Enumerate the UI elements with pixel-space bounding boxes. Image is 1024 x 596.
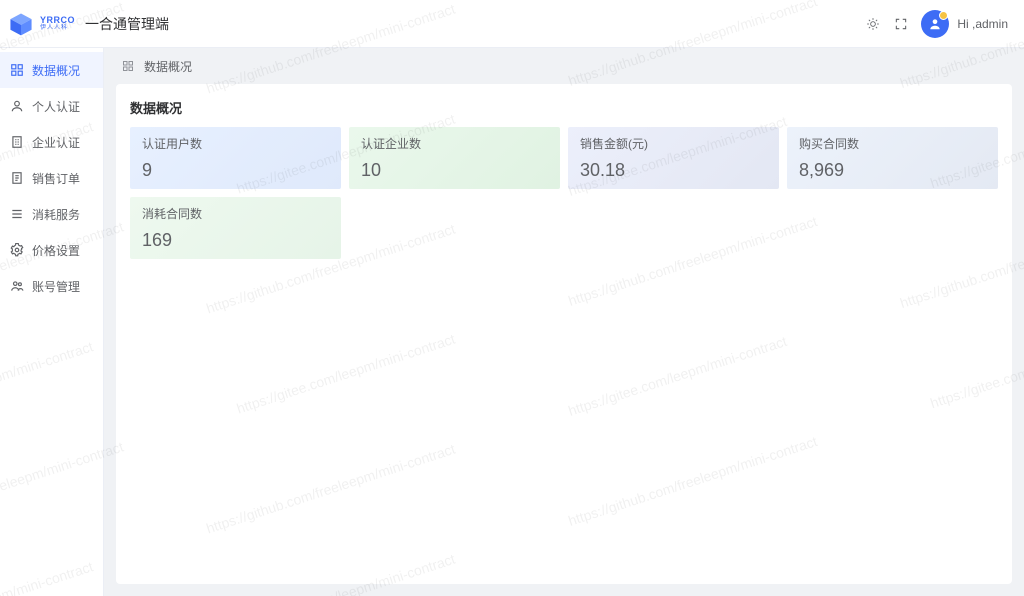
sidebar-item-consume-service[interactable]: 消耗服务	[0, 196, 103, 232]
cube-icon	[8, 11, 34, 37]
stat-label: 认证用户数	[142, 135, 329, 152]
stat-label: 认证企业数	[361, 135, 548, 152]
stat-card-enterprises: 认证企业数 10	[349, 127, 560, 189]
stat-card-bought-contracts: 购买合同数 8,969	[787, 127, 998, 189]
grid-icon	[122, 60, 134, 72]
brand-name: YRRCO	[40, 16, 75, 25]
stat-label: 消耗合同数	[142, 205, 329, 222]
stat-value: 9	[142, 160, 329, 181]
theme-toggle-button[interactable]	[859, 10, 887, 38]
breadcrumb-label: 数据概况	[144, 58, 192, 75]
sidebar-item-label: 账号管理	[32, 278, 80, 295]
fullscreen-icon	[894, 17, 908, 31]
app-title: 一合通管理端	[85, 14, 169, 34]
sidebar-item-label: 销售订单	[32, 170, 80, 187]
stat-label: 购买合同数	[799, 135, 986, 152]
settings-icon	[10, 243, 24, 257]
stat-label: 销售金额(元)	[580, 135, 767, 152]
list-icon	[10, 207, 24, 221]
users-icon	[10, 279, 24, 293]
stat-card-sales-amount: 销售金额(元) 30.18	[568, 127, 779, 189]
user-icon	[928, 17, 942, 31]
main-area: 数据概况 数据概况 认证用户数 9 认证企业数 10 销售金额(元) 30.18…	[104, 48, 1024, 596]
order-icon	[10, 171, 24, 185]
stat-value: 169	[142, 230, 329, 251]
sidebar-item-label: 个人认证	[32, 98, 80, 115]
dashboard-icon	[10, 63, 24, 77]
sidebar-item-label: 数据概况	[32, 62, 80, 79]
breadcrumb: 数据概况	[104, 48, 1024, 84]
building-icon	[10, 135, 24, 149]
greeting-text: Hi ,admin	[957, 17, 1008, 31]
sidebar-item-label: 价格设置	[32, 242, 80, 259]
user-avatar[interactable]	[921, 10, 949, 38]
stats-cards: 认证用户数 9 认证企业数 10 销售金额(元) 30.18 购买合同数 8,9…	[130, 127, 998, 259]
sun-icon	[866, 17, 880, 31]
fullscreen-button[interactable]	[887, 10, 915, 38]
panel-title: 数据概况	[130, 98, 998, 117]
sidebar: 数据概况 个人认证 企业认证 销售订单 消耗服务	[0, 48, 104, 596]
sidebar-item-account-mgmt[interactable]: 账号管理	[0, 268, 103, 304]
brand-logo: YRRCO 伊人人科	[8, 11, 75, 37]
stat-value: 10	[361, 160, 548, 181]
sidebar-item-price-settings[interactable]: 价格设置	[0, 232, 103, 268]
sidebar-item-overview[interactable]: 数据概况	[0, 52, 103, 88]
stat-card-users: 认证用户数 9	[130, 127, 341, 189]
stat-value: 8,969	[799, 160, 986, 181]
stat-card-consumed-contracts: 消耗合同数 169	[130, 197, 341, 259]
person-icon	[10, 99, 24, 113]
sidebar-item-label: 消耗服务	[32, 206, 80, 223]
overview-panel: 数据概况 认证用户数 9 认证企业数 10 销售金额(元) 30.18 购买合同…	[116, 84, 1012, 584]
sidebar-item-enterprise-auth[interactable]: 企业认证	[0, 124, 103, 160]
app-header: YRRCO 伊人人科 一合通管理端 Hi ,admin	[0, 0, 1024, 48]
sidebar-item-label: 企业认证	[32, 134, 80, 151]
brand-subtitle: 伊人人科	[40, 25, 75, 31]
sidebar-item-personal-auth[interactable]: 个人认证	[0, 88, 103, 124]
sidebar-item-sales-orders[interactable]: 销售订单	[0, 160, 103, 196]
stat-value: 30.18	[580, 160, 767, 181]
